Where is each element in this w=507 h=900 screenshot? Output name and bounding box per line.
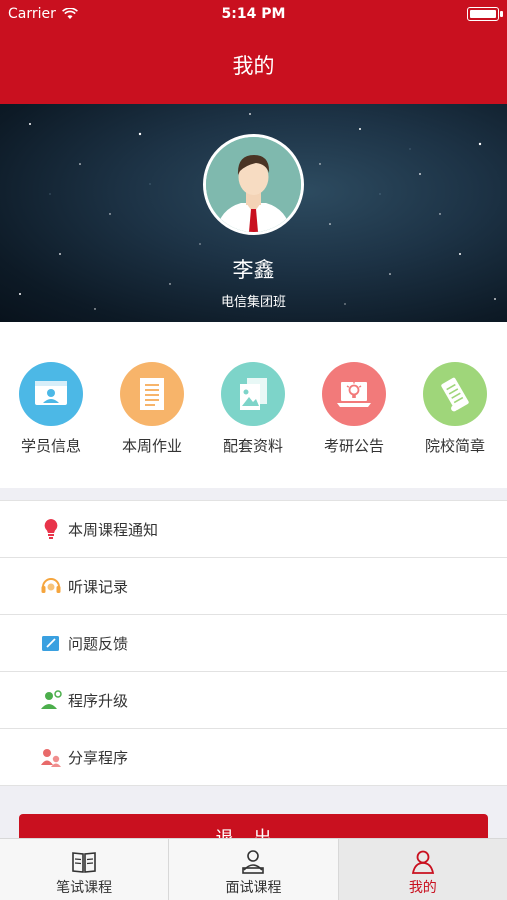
- page-title: 我的: [232, 54, 275, 78]
- status-bar: Carrier 5:14 PM: [0, 0, 507, 28]
- share-icon: [40, 746, 62, 768]
- user-class: 电信集团班: [220, 295, 286, 310]
- menu-item-share[interactable]: 分享程序: [0, 729, 507, 786]
- quick-link-student-info[interactable]: 学员信息: [6, 362, 96, 456]
- tab-interview-courses[interactable]: 面试课程: [169, 839, 339, 900]
- status-time: 5:14 PM: [221, 6, 286, 22]
- tab-label: 笔试课程: [56, 880, 113, 896]
- menu-item-feedback[interactable]: 问题反馈: [0, 615, 507, 672]
- quick-link-label: 本周作业: [121, 437, 182, 455]
- menu-item-label: 问题反馈: [68, 634, 129, 653]
- book-icon: [0, 849, 168, 875]
- profile-banner: 李鑫 电信集团班: [0, 104, 507, 322]
- tab-mine[interactable]: 我的: [338, 839, 507, 900]
- header: Carrier 5:14 PM 我的: [0, 0, 507, 104]
- user-name: 李鑫: [232, 258, 275, 282]
- bulb-icon: [40, 518, 62, 540]
- quick-link-homework[interactable]: 本周作业: [107, 362, 197, 456]
- tab-label: 面试课程: [225, 880, 282, 896]
- homework-icon: [120, 362, 184, 426]
- user-avatar-icon: [206, 137, 301, 232]
- headset-icon: [40, 575, 62, 597]
- my-profile-screen: Carrier 5:14 PM 我的 李鑫 电信集团班 学员信息 本周作业 配套…: [0, 0, 507, 900]
- tab-bar: 笔试课程 面试课程 我的: [0, 838, 507, 900]
- interview-icon: [169, 849, 337, 875]
- quick-links: 学员信息 本周作业 配套资料 考研公告 院校简章: [0, 322, 507, 488]
- menu-item-course-notice[interactable]: 本周课程通知: [0, 501, 507, 558]
- quick-link-materials[interactable]: 配套资料: [208, 362, 298, 456]
- upgrade-icon: [40, 689, 62, 711]
- menu-item-label: 本周课程通知: [68, 520, 159, 539]
- tab-written-courses[interactable]: 笔试课程: [0, 839, 170, 900]
- quick-link-label: 配套资料: [222, 437, 283, 455]
- menu-item-label: 程序升级: [68, 691, 129, 710]
- tab-label: 我的: [408, 880, 437, 896]
- brochure-icon: [423, 362, 487, 426]
- battery-icon: [467, 7, 503, 21]
- menu-item-upgrade[interactable]: 程序升级: [0, 672, 507, 729]
- materials-icon: [221, 362, 285, 426]
- avatar[interactable]: [203, 134, 304, 235]
- quick-link-announcement[interactable]: 考研公告: [309, 362, 399, 456]
- quick-link-label: 学员信息: [20, 437, 81, 455]
- menu-item-label: 听课记录: [68, 577, 129, 596]
- menu-list: 本周课程通知 听课记录 问题反馈 程序升级 分享程序: [0, 500, 507, 786]
- student-info-icon: [19, 362, 83, 426]
- announcement-icon: [322, 362, 386, 426]
- menu-item-listening-record[interactable]: 听课记录: [0, 558, 507, 615]
- menu-item-label: 分享程序: [68, 748, 129, 767]
- quick-link-brochure[interactable]: 院校简章: [410, 362, 500, 456]
- edit-icon: [40, 632, 62, 654]
- quick-link-label: 院校简章: [424, 437, 485, 455]
- quick-link-label: 考研公告: [323, 437, 384, 455]
- person-icon: [339, 849, 507, 875]
